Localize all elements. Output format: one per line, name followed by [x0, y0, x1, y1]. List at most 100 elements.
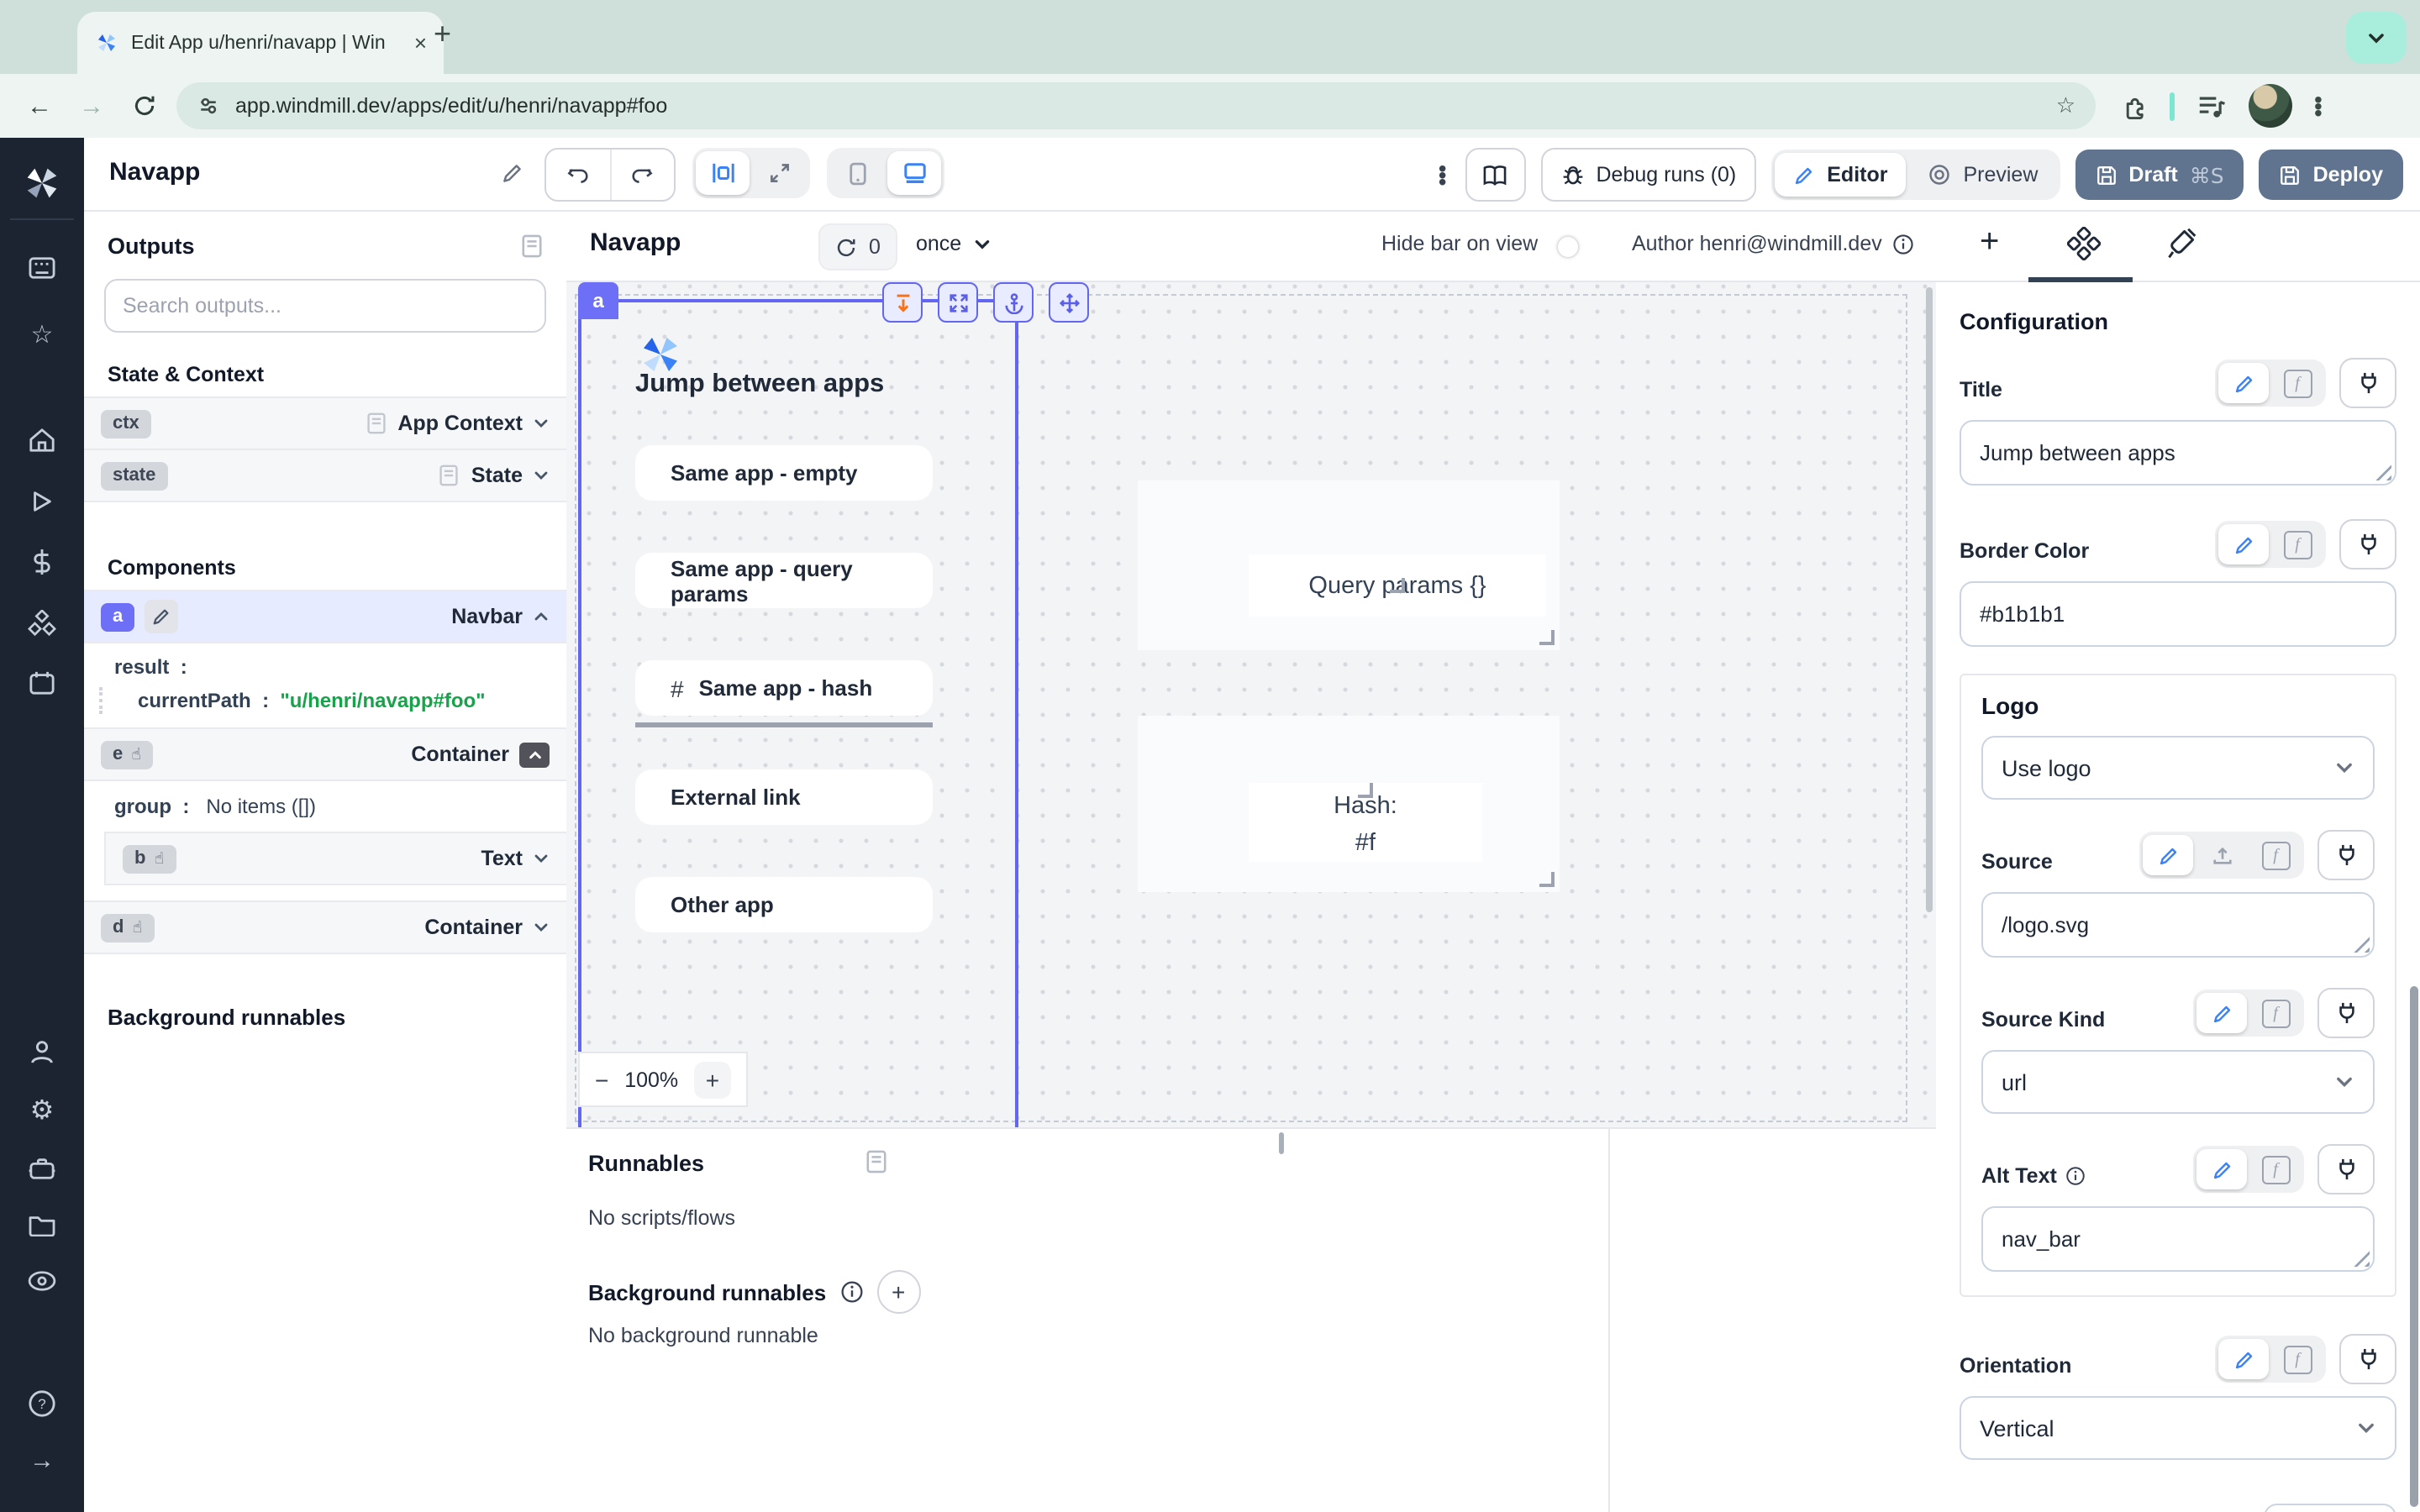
sidebar-item-apps[interactable] — [28, 255, 56, 281]
ctx-row[interactable]: ctx App Context — [84, 396, 566, 450]
nav-item-other-app[interactable]: Other app — [635, 877, 933, 932]
resize-corner[interactable] — [1539, 872, 1555, 887]
window-chevron-button[interactable] — [2346, 12, 2407, 64]
component-row-text-b[interactable]: b☝ Text — [104, 832, 566, 885]
tab-close-icon[interactable]: × — [414, 30, 427, 55]
connect-plug-icon[interactable] — [2317, 1144, 2375, 1194]
fx-icon[interactable]: f — [2272, 1339, 2323, 1379]
zoom-in-button[interactable]: + — [694, 1061, 731, 1098]
connect-plug-icon[interactable] — [2339, 1334, 2396, 1384]
query-params-container[interactable]: Query params {} — [1138, 480, 1560, 650]
centered-layout-button[interactable] — [696, 151, 750, 195]
static-pencil-icon[interactable] — [2196, 1149, 2247, 1189]
info-icon[interactable] — [839, 1280, 863, 1304]
forward-icon[interactable]: → — [79, 92, 104, 120]
info-icon[interactable] — [1892, 233, 1914, 255]
browser-tab[interactable]: Edit App u/henri/navapp | Win × — [77, 12, 444, 74]
runnables-doc-icon[interactable] — [865, 1149, 887, 1174]
back-icon[interactable]: ← — [27, 92, 52, 120]
navbar-chevron-up-icon[interactable] — [533, 608, 550, 625]
static-pencil-icon[interactable] — [2196, 993, 2247, 1033]
move-icon[interactable] — [1049, 282, 1089, 323]
full-width-layout-button[interactable] — [753, 151, 807, 195]
run-mode-select[interactable]: once — [916, 232, 992, 255]
refresh-count-button[interactable]: 0 — [818, 223, 897, 270]
expand-icon[interactable] — [938, 282, 978, 323]
windmill-logo-icon[interactable] — [20, 161, 64, 205]
static-pencil-icon[interactable] — [2218, 1339, 2269, 1379]
sidebar-item-home[interactable] — [28, 427, 56, 454]
anchor-icon[interactable] — [993, 282, 1034, 323]
sidebar-item-schedules[interactable] — [29, 670, 55, 696]
hash-container[interactable]: Hash: #f — [1138, 716, 1560, 892]
extensions-puzzle-icon[interactable] — [2119, 92, 2148, 120]
editor-tab[interactable]: Editor — [1775, 153, 1906, 197]
component-row-navbar[interactable]: a Navbar — [84, 590, 566, 643]
sidebar-collapse-icon[interactable]: → — [29, 1448, 55, 1473]
orientation-select[interactable]: Vertical — [1960, 1396, 2396, 1460]
browser-menu-icon[interactable]: ••• — [2314, 96, 2323, 116]
nav-item-external-link[interactable]: External link — [635, 769, 933, 825]
static-pencil-icon[interactable] — [2218, 363, 2269, 403]
styling-tab[interactable] — [2165, 227, 2198, 260]
textarea-resize-icon[interactable] — [2375, 464, 2391, 480]
logo-mode-select[interactable]: Use logo — [1981, 736, 2375, 800]
resize-corner[interactable] — [1390, 578, 1405, 593]
sidebar-item-workers[interactable] — [28, 1156, 56, 1181]
border-color-input[interactable]: #b1b1b1 — [1960, 581, 2396, 647]
sidebar-item-settings-icon[interactable]: ⚙ — [30, 1097, 55, 1124]
sidebar-item-resources[interactable] — [28, 610, 56, 637]
component-row-container-e[interactable]: e☝ Container — [84, 727, 566, 781]
sidebar-item-variables[interactable] — [29, 548, 55, 576]
sidebar-item-favorites[interactable]: ☆ — [31, 323, 54, 348]
debug-runs-button[interactable]: Debug runs (0) — [1541, 148, 1757, 202]
undo-button[interactable] — [546, 150, 611, 200]
canvas-scrollbar[interactable] — [1926, 287, 1933, 912]
fx-icon[interactable]: f — [2250, 835, 2301, 875]
static-pencil-icon[interactable] — [2218, 524, 2269, 564]
connect-plug-icon[interactable] — [2339, 519, 2396, 570]
fx-icon[interactable]: f — [2250, 1149, 2301, 1189]
resize-corner[interactable] — [1539, 630, 1555, 645]
textarea-resize-icon[interactable] — [2353, 1250, 2370, 1267]
bookmark-star-icon[interactable]: ☆ — [2056, 93, 2075, 118]
docs-book-button[interactable] — [1465, 148, 1526, 202]
canvas-grid[interactable]: a — [566, 282, 1936, 1129]
show-styling-button[interactable]: Show — [2265, 1504, 2396, 1512]
profile-avatar[interactable] — [2249, 84, 2292, 128]
rename-pencil-icon[interactable] — [501, 161, 524, 185]
insert-component-tab[interactable]: + — [1980, 223, 1999, 262]
container-e-collapse-button[interactable] — [519, 742, 550, 767]
connect-plug-icon[interactable] — [2317, 988, 2375, 1038]
fx-icon[interactable]: f — [2272, 524, 2323, 564]
desktop-view-button[interactable] — [887, 151, 941, 195]
component-row-container-d[interactable]: d☝ Container — [84, 900, 566, 954]
settings-scrollbar[interactable] — [2410, 986, 2418, 1507]
outputs-doc-icon[interactable] — [521, 234, 543, 259]
sidebar-item-runs[interactable] — [29, 489, 55, 514]
static-pencil-icon[interactable] — [2143, 835, 2193, 875]
search-outputs-input[interactable]: Search outputs... — [104, 279, 546, 333]
alt-text-input[interactable]: nav_bar — [1981, 1206, 2375, 1272]
add-background-runnable-button[interactable]: + — [876, 1270, 920, 1314]
site-info-icon[interactable] — [197, 94, 220, 118]
upload-icon[interactable] — [2196, 835, 2247, 875]
navbar-edit-pencil-icon[interactable] — [145, 600, 178, 633]
zoom-out-button[interactable]: − — [595, 1066, 608, 1093]
sidebar-item-audit-logs[interactable] — [27, 1270, 57, 1292]
textarea-resize-icon[interactable] — [2353, 936, 2370, 953]
media-controls-icon[interactable] — [2196, 92, 2227, 119]
state-row[interactable]: state State — [84, 450, 566, 502]
nav-item-same-app-empty[interactable]: Same app - empty — [635, 445, 933, 501]
url-bar[interactable]: app.windmill.dev/apps/edit/u/henri/navap… — [176, 82, 2096, 129]
source-kind-select[interactable]: url — [1981, 1050, 2375, 1114]
deploy-button[interactable]: Deploy — [2260, 150, 2403, 200]
source-input[interactable]: /logo.svg — [1981, 892, 2375, 958]
text-b-chevron-down-icon[interactable] — [533, 850, 550, 867]
title-input[interactable]: Jump between apps — [1960, 420, 2396, 486]
panel-drag-handle[interactable] — [1279, 1132, 1284, 1154]
connect-plug-icon[interactable] — [2317, 830, 2375, 880]
selected-navbar-component[interactable]: a — [578, 299, 1018, 1127]
sidebar-item-users[interactable] — [29, 1038, 55, 1065]
sidebar-item-folders[interactable] — [28, 1213, 56, 1236]
